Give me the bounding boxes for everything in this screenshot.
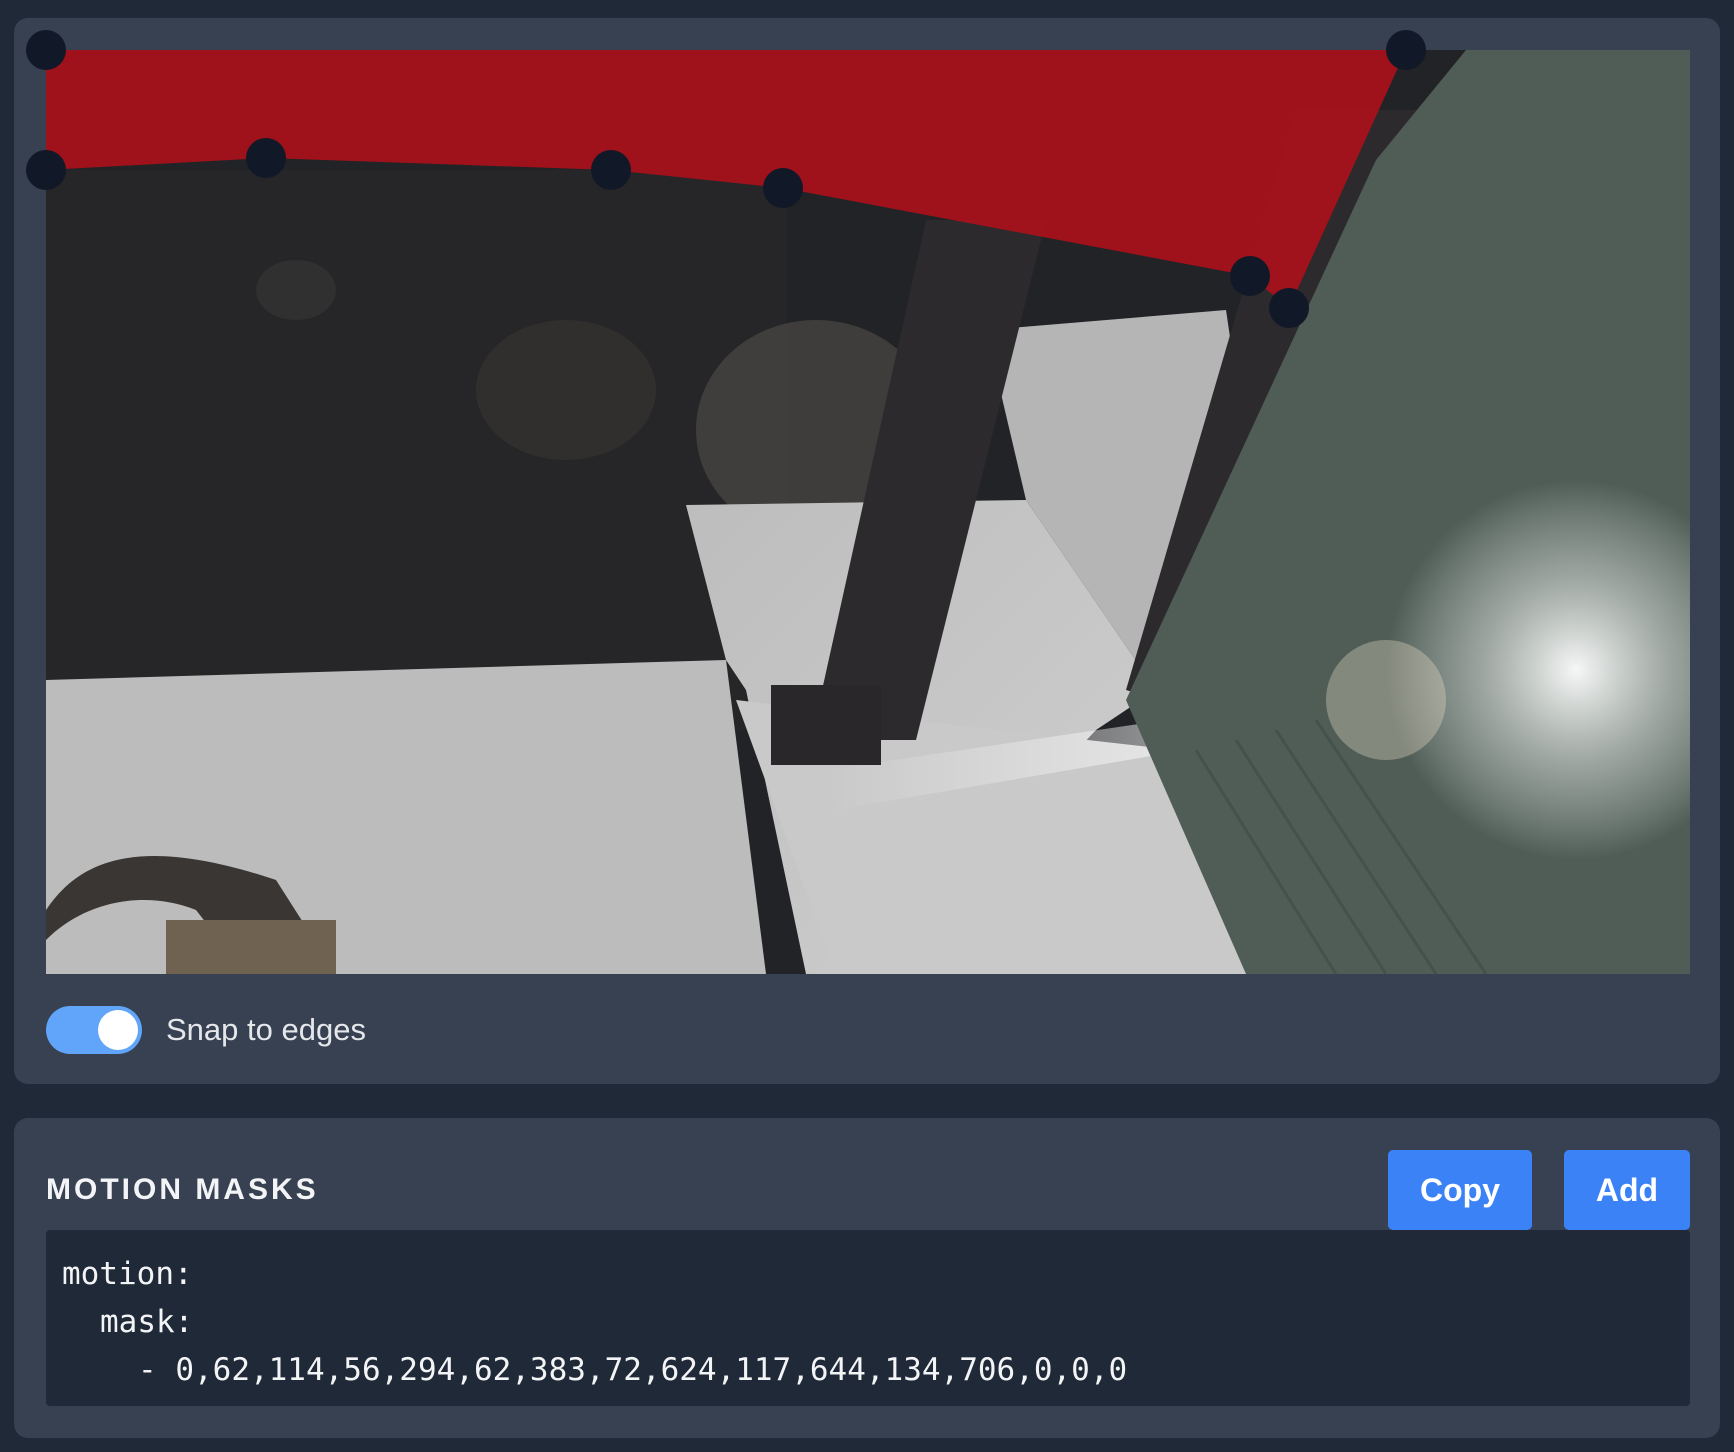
mask-point-handle[interactable]	[26, 150, 66, 190]
mask-point-handle[interactable]	[763, 168, 803, 208]
snap-to-edges-toggle[interactable]	[46, 1006, 142, 1054]
config-line-coordinates: - 0,62,114,56,294,62,383,72,624,117,644,…	[138, 1352, 1128, 1388]
toggle-knob	[98, 1010, 138, 1050]
add-mask-button[interactable]: Add	[1564, 1150, 1690, 1230]
snap-to-edges-label: Snap to edges	[166, 1012, 366, 1047]
mask-point-handle[interactable]	[1230, 256, 1270, 296]
mask-polygon-overlay[interactable]	[26, 30, 1690, 974]
mask-point-handle[interactable]	[246, 138, 286, 178]
config-line-mask: mask:	[100, 1304, 194, 1340]
camera-snapshot[interactable]	[26, 30, 1690, 974]
mask-point-handle[interactable]	[26, 30, 66, 70]
mask-polygon[interactable]	[46, 50, 1406, 308]
copy-button[interactable]: Copy	[1388, 1150, 1532, 1230]
mask-point-handle[interactable]	[1269, 288, 1309, 328]
motion-masks-heading: MOTION MASKS	[46, 1173, 319, 1206]
mask-point-handle[interactable]	[591, 150, 631, 190]
mask-config-code: motion: mask: - 0,62,114,56,294,62,383,7…	[46, 1230, 1690, 1406]
config-line-motion: motion:	[62, 1256, 193, 1292]
mask-point-handle[interactable]	[1386, 30, 1426, 70]
